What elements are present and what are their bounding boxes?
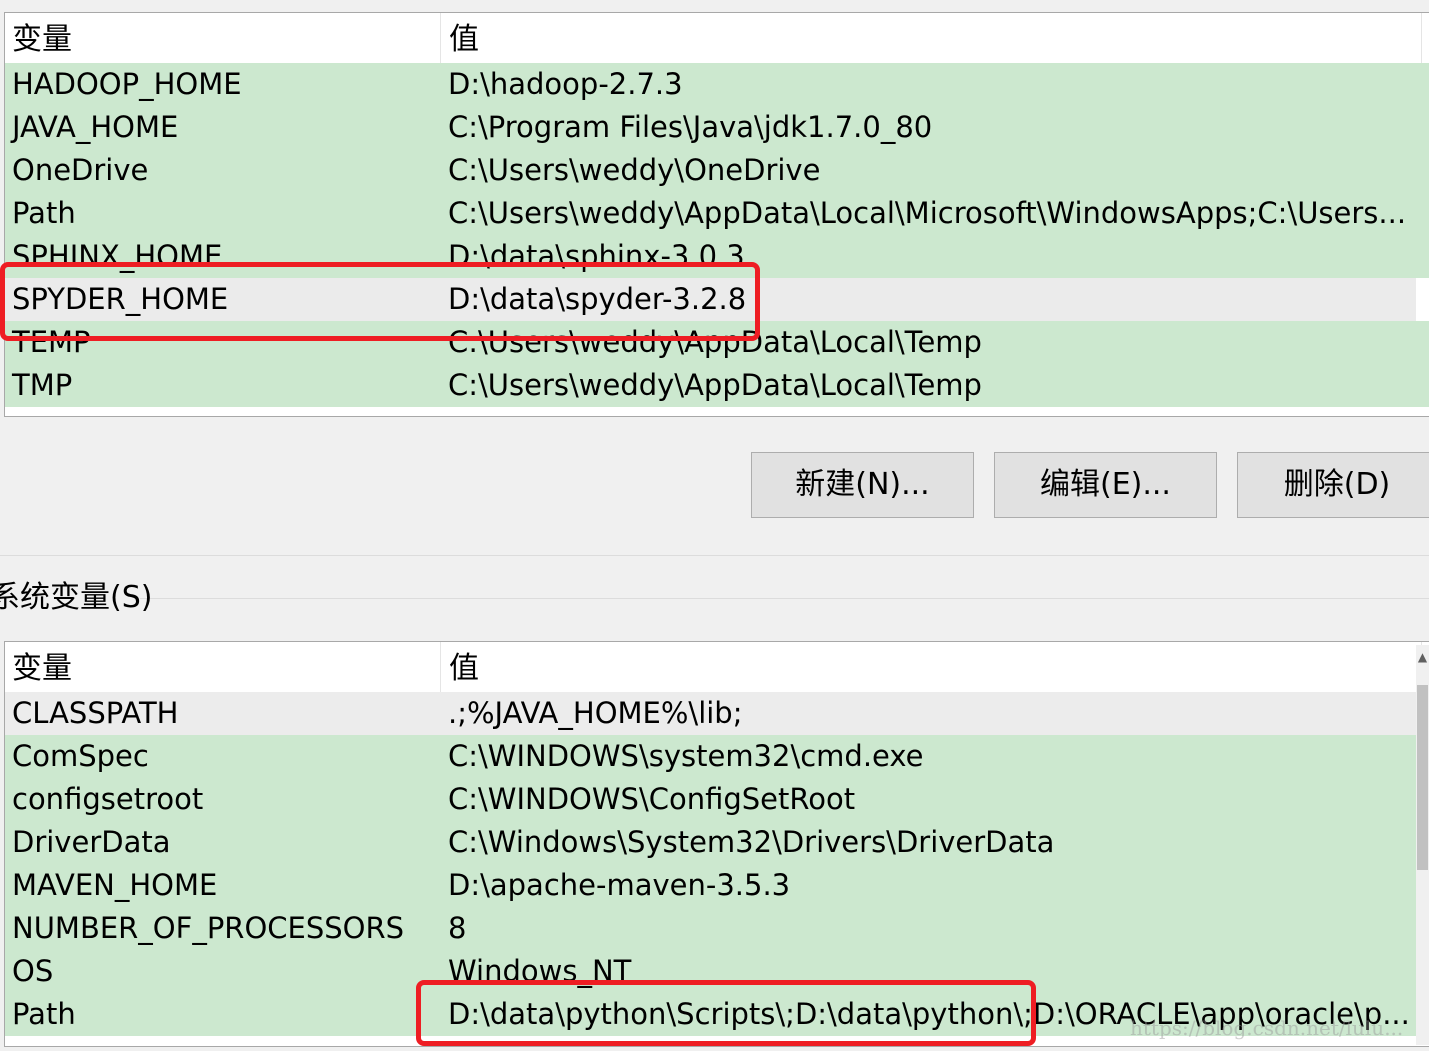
table-row[interactable]: NUMBER_OF_PROCESSORS 8: [5, 907, 1429, 950]
variable-name: TMP: [12, 368, 73, 402]
vertical-scrollbar[interactable]: ▲: [1416, 645, 1429, 1045]
column-header-value[interactable]: 值: [442, 642, 1422, 692]
variable-name: configsetroot: [12, 782, 204, 816]
variable-name: NUMBER_OF_PROCESSORS: [12, 911, 405, 945]
user-variables-list[interactable]: 变量 值 HADOOP_HOME D:\hadoop-2.7.3 JAVA_HOM…: [4, 12, 1429, 417]
column-header-variable[interactable]: 变量: [5, 642, 441, 692]
table-row-selected[interactable]: SPYDER_HOME D:\data\spyder-3.2.8: [5, 278, 1416, 321]
variable-name: Path: [12, 196, 76, 230]
variable-value: D:\hadoop-2.7.3: [448, 67, 683, 101]
table-row[interactable]: OS Windows_NT: [5, 950, 1429, 993]
system-variables-list[interactable]: 变量 值 CLASSPATH .;%JAVA_HOME%\lib; ComSpec…: [4, 641, 1429, 1047]
table-row[interactable]: HADOOP_HOME D:\hadoop-2.7.3: [5, 63, 1429, 106]
scroll-up-arrow-icon[interactable]: ▲: [1417, 650, 1428, 672]
variable-value: Windows_NT: [448, 954, 632, 988]
variable-value: C:\Users\weddy\AppData\Local\Temp: [448, 325, 982, 359]
variable-name: JAVA_HOME: [12, 110, 179, 144]
section-divider: [0, 555, 1429, 556]
user-list-header: 变量 值: [5, 13, 1429, 63]
variable-name: ComSpec: [12, 739, 149, 773]
scrollbar-thumb[interactable]: [1417, 685, 1428, 870]
variable-name: TEMP: [12, 325, 91, 359]
table-row[interactable]: SPHINX_HOME D:\data\sphinx-3.0.3: [5, 235, 1429, 278]
variable-name: CLASSPATH: [12, 696, 179, 730]
table-row[interactable]: OneDrive C:\Users\weddy\OneDrive: [5, 149, 1429, 192]
new-button[interactable]: 新建(N)...: [751, 452, 974, 518]
system-list-header: 变量 值: [5, 642, 1429, 692]
variable-name: HADOOP_HOME: [12, 67, 242, 101]
variable-value: D:\apache-maven-3.5.3: [448, 868, 791, 902]
table-row[interactable]: Path C:\Users\weddy\AppData\Local\Microso…: [5, 192, 1429, 235]
table-row[interactable]: ComSpec C:\WINDOWS\system32\cmd.exe: [5, 735, 1429, 778]
table-row[interactable]: TMP C:\Users\weddy\AppData\Local\Temp: [5, 364, 1429, 407]
variable-name: DriverData: [12, 825, 171, 859]
variable-value: C:\Users\weddy\AppData\Local\Microsoft\W…: [448, 196, 1407, 230]
system-variables-group-title: 系统变量(S): [0, 580, 153, 615]
table-row-selected[interactable]: CLASSPATH .;%JAVA_HOME%\lib;: [5, 692, 1429, 735]
variable-name: OS: [12, 954, 54, 988]
variable-name: MAVEN_HOME: [12, 868, 218, 902]
variable-name: OneDrive: [12, 153, 149, 187]
group-box-border: [140, 598, 1429, 599]
table-row[interactable]: JAVA_HOME C:\Program Files\Java\jdk1.7.0_…: [5, 106, 1429, 149]
column-header-value[interactable]: 值: [442, 13, 1422, 63]
variable-name: SPHINX_HOME: [12, 239, 223, 273]
watermark: https://blog.csdn.net/lulu...: [1130, 1016, 1404, 1040]
variable-value: C:\Windows\System32\Drivers\DriverData: [448, 825, 1055, 859]
table-row[interactable]: TEMP C:\Users\weddy\AppData\Local\Temp: [5, 321, 1429, 364]
variable-name: SPYDER_HOME: [12, 282, 229, 316]
variable-name: Path: [12, 997, 76, 1031]
variable-value: C:\WINDOWS\system32\cmd.exe: [448, 739, 924, 773]
variable-value: C:\Users\weddy\OneDrive: [448, 153, 821, 187]
variable-value: C:\WINDOWS\ConfigSetRoot: [448, 782, 856, 816]
variable-value: .;%JAVA_HOME%\lib;: [448, 696, 743, 730]
variable-value: C:\Users\weddy\AppData\Local\Temp: [448, 368, 982, 402]
variable-value: C:\Program Files\Java\jdk1.7.0_80: [448, 110, 933, 144]
variable-value: D:\data\sphinx-3.0.3: [448, 239, 745, 273]
variable-value: D:\data\spyder-3.2.8: [448, 282, 747, 316]
table-row[interactable]: MAVEN_HOME D:\apache-maven-3.5.3: [5, 864, 1429, 907]
edit-button[interactable]: 编辑(E)...: [994, 452, 1217, 518]
table-row[interactable]: DriverData C:\Windows\System32\Drivers\Dr…: [5, 821, 1429, 864]
table-row[interactable]: configsetroot C:\WINDOWS\ConfigSetRoot: [5, 778, 1429, 821]
variable-value: 8: [448, 911, 467, 945]
delete-button[interactable]: 删除(D): [1237, 452, 1429, 518]
column-header-variable[interactable]: 变量: [5, 13, 441, 63]
